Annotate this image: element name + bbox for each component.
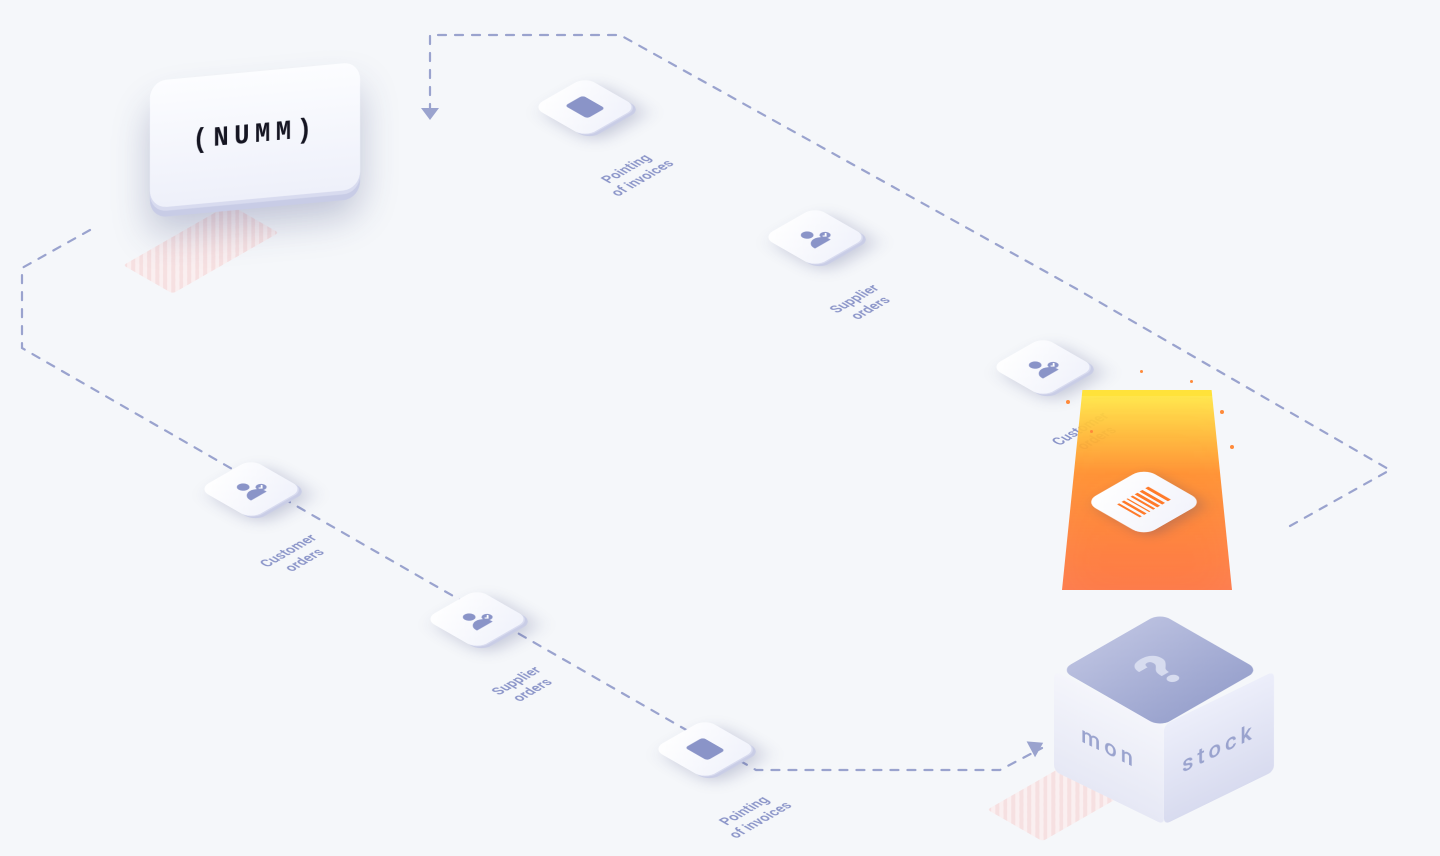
tile-bottom-supplier-orders [425, 589, 530, 649]
diagram-stage: (NUMM) Pointingof invoices Supplierorder… [0, 0, 1440, 851]
label-top-supplier-orders: Supplierorders [796, 265, 932, 344]
arrow-into-numm [421, 108, 439, 120]
monstock-left-label: mon [1081, 722, 1137, 774]
monstock-cube: ? mon stock [1060, 640, 1260, 790]
label-bottom-customer-orders: Customerorders [230, 517, 366, 596]
tile-top-customer-orders [991, 337, 1096, 397]
person-check-icon [785, 220, 844, 254]
label-top-pointing-invoices: Pointingof invoices [568, 135, 704, 214]
monstock-endpoint: ? mon stock [1020, 520, 1320, 820]
question-mark-icon: ? [1117, 645, 1203, 694]
label-bottom-supplier-orders: Supplierorders [458, 647, 594, 726]
calculator-icon [675, 732, 734, 766]
numm-base-mat [123, 204, 279, 293]
monstock-right-label: stock [1182, 717, 1256, 778]
person-check-icon [1013, 350, 1072, 384]
person-check-icon [447, 602, 506, 636]
tile-top-pointing-invoices [533, 77, 638, 137]
numm-label: (NUMM) [192, 114, 317, 156]
numm-endpoint: (NUMM) [140, 60, 400, 240]
calculator-icon [555, 90, 614, 124]
tile-bottom-pointing-invoices [653, 719, 758, 779]
tile-bottom-customer-orders [199, 459, 304, 519]
person-check-icon [221, 472, 280, 506]
tile-top-supplier-orders [763, 207, 868, 267]
numm-card: (NUMM) [150, 62, 360, 209]
barcode-icon [1117, 487, 1171, 518]
label-bottom-pointing-invoices: Pointingof invoices [686, 777, 822, 856]
